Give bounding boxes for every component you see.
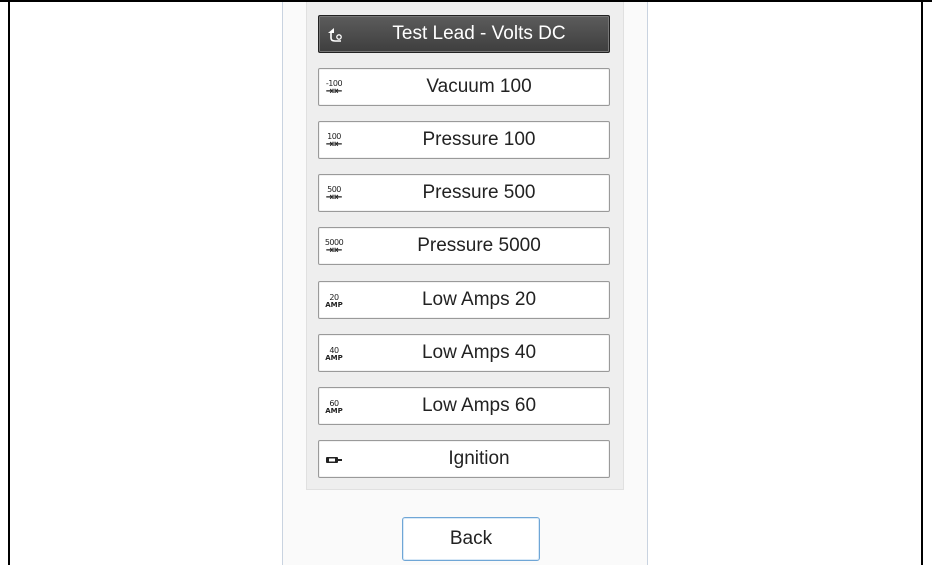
menu-item-pressure-100[interactable]: 100 ⇥⇤ Pressure 100 (318, 121, 610, 159)
low-amps-60-icon: 60 AMP (325, 397, 343, 417)
arrows-glyph: ⇥⇤ (325, 138, 343, 150)
menu-item-vacuum-100[interactable]: -100 ⇥⇤ Vacuum 100 (318, 68, 610, 106)
amp-glyph: AMP (325, 300, 343, 309)
test-lead-icon (325, 25, 343, 45)
low-amps-20-icon: 20 AMP (325, 291, 343, 311)
menu-item-pressure-5000[interactable]: 5000 ⇥⇤ Pressure 5000 (318, 227, 610, 265)
menu-item-label: Vacuum 100 (426, 76, 532, 97)
menu-item-label: Low Amps 60 (421, 395, 537, 416)
arrows-glyph: ⇥⇤ (325, 85, 343, 97)
frame-left-border (8, 0, 10, 565)
pressure-100-icon: 100 ⇥⇤ (325, 131, 343, 151)
menu-item-pressure-500[interactable]: 500 ⇥⇤ Pressure 500 (318, 174, 610, 212)
amp-glyph: AMP (325, 353, 343, 362)
menu-item-test-lead-volts-dc[interactable]: Test Lead - Volts DC (318, 15, 610, 53)
menu-item-label: Pressure 500 (422, 182, 536, 203)
menu-item-label: Ignition (448, 448, 510, 469)
menu-item-low-amps-20[interactable]: 20 AMP Low Amps 20 (318, 281, 610, 319)
menu-item-low-amps-60[interactable]: 60 AMP Low Amps 60 (318, 387, 610, 425)
pressure-500-icon: 500 ⇥⇤ (325, 184, 343, 204)
pressure-5000-icon: 5000 ⇥⇤ (325, 237, 344, 257)
arrows-glyph: ⇥⇤ (325, 244, 343, 256)
arrows-glyph: ⇥⇤ (325, 191, 343, 203)
menu-item-label: Low Amps 20 (421, 289, 537, 310)
amp-glyph: AMP (325, 406, 343, 415)
back-button[interactable]: Back (402, 517, 540, 561)
menu-item-ignition[interactable]: Ignition (318, 440, 610, 478)
menu-item-label: Low Amps 40 (421, 342, 537, 363)
low-amps-40-icon: 40 AMP (325, 344, 343, 364)
frame-right-border (921, 0, 923, 565)
menu-item-label: Pressure 100 (422, 129, 536, 150)
menu-item-low-amps-40[interactable]: 40 AMP Low Amps 40 (318, 334, 610, 372)
ignition-icon (325, 450, 343, 470)
menu-item-label: Test Lead - Volts DC (392, 23, 566, 44)
vacuum-100-icon: -100 ⇥⇤ (325, 78, 343, 98)
menu-item-label: Pressure 5000 (417, 235, 541, 256)
